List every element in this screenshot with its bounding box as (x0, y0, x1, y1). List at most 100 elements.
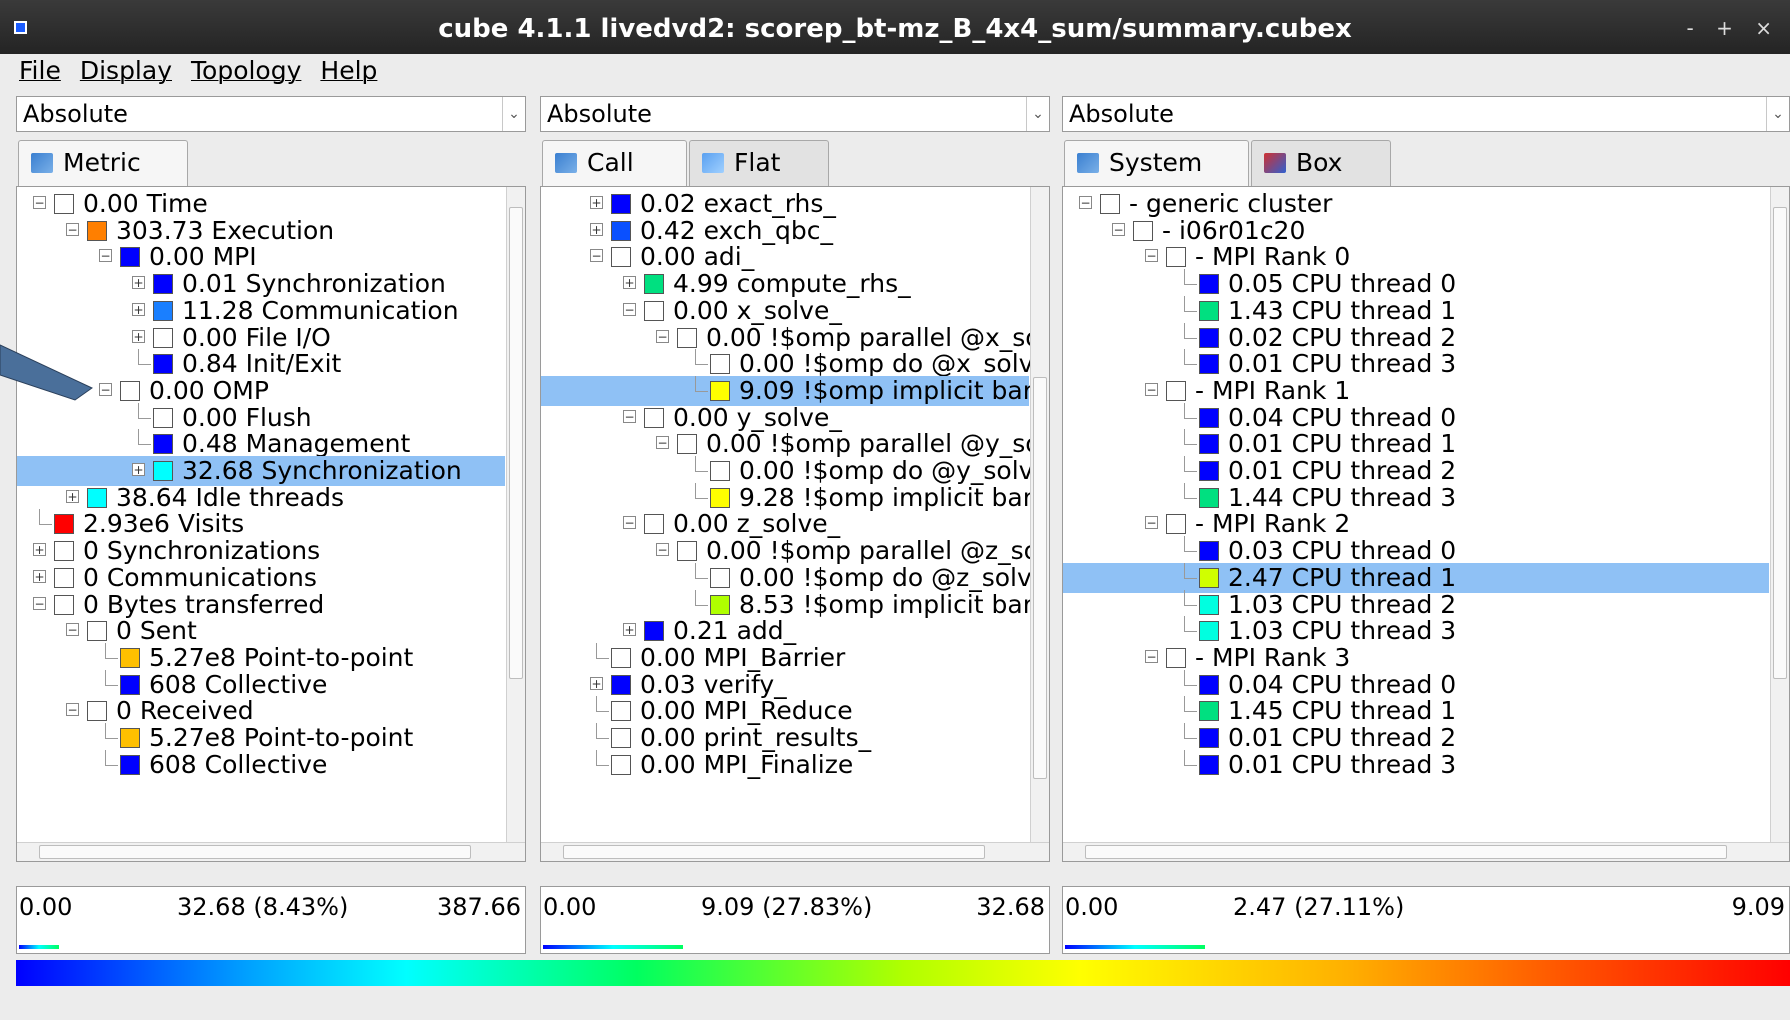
tree-row[interactable]: +0.03 verify_ (541, 670, 1029, 700)
tree-row[interactable]: − 0.00 !$omp parallel @z_sol (541, 536, 1046, 566)
tree-row[interactable]: 0.00 !$omp do @z_solve (541, 562, 1047, 593)
tree-row[interactable]: − - MPI Rank 2 (1063, 509, 1769, 539)
expand-icon[interactable]: + (132, 302, 145, 316)
tree-row[interactable]: 608 Collective (17, 669, 505, 700)
tree-row[interactable]: 9.28 !$omp implicit barri (541, 482, 1049, 513)
tree-row[interactable]: 608 Collective (17, 749, 505, 780)
expand-icon[interactable]: + (33, 569, 46, 583)
horizontal-scrollbar[interactable] (17, 842, 525, 861)
scrollbar-thumb[interactable] (1033, 377, 1047, 779)
tree-row[interactable]: − 0.00 !$omp parallel @x_sol (541, 323, 1048, 353)
scrollbar-thumb[interactable] (1085, 845, 1727, 859)
tree-row[interactable]: 1.43 CPU thread 1 (1063, 295, 1769, 326)
tree-row[interactable]: 0.01 CPU thread 2 (1063, 723, 1769, 753)
tree-row[interactable]: − - MPI Rank 3 (1063, 643, 1769, 673)
collapse-icon[interactable]: − (1145, 382, 1158, 396)
expand-icon[interactable]: + (132, 329, 145, 343)
tree-row[interactable]: 0.03 CPU thread 0 (1063, 536, 1769, 566)
tab-call-tree[interactable]: Call tree (542, 140, 687, 221)
menu-topology[interactable]: Topology (191, 56, 301, 85)
tree-row[interactable]: +32.68 Synchronization (17, 456, 505, 486)
horizontal-scrollbar[interactable] (541, 842, 1049, 861)
scrollbar-thumb[interactable] (509, 207, 523, 679)
chevron-down-icon[interactable]: ⌄ (502, 97, 525, 131)
tree-row[interactable]: 0.00 !$omp do @x_solve (541, 349, 1049, 379)
tree-row[interactable]: − 0.00 !$omp parallel @y_sol (541, 429, 1048, 459)
tab-flat-view[interactable]: Flat view (689, 140, 829, 221)
tree-row[interactable]: 0.00 !$omp do @y_solve (541, 456, 1049, 486)
chevron-down-icon[interactable]: ⌄ (1026, 97, 1049, 131)
collapse-icon[interactable]: − (623, 409, 636, 423)
collapse-icon[interactable]: − (623, 516, 636, 530)
collapse-icon[interactable]: − (656, 436, 669, 450)
tree-row[interactable]: − 0.00 adi_ (541, 242, 1029, 272)
tree-row[interactable]: 0.01 CPU thread 1 (1063, 429, 1769, 459)
scrollbar-thumb[interactable] (1773, 207, 1787, 679)
expand-icon[interactable]: + (623, 623, 636, 637)
tree-row[interactable]: − - MPI Rank 0 (1063, 242, 1769, 272)
tree-row[interactable]: 0.01 CPU thread 2 (1063, 456, 1769, 486)
collapse-icon[interactable]: − (1145, 649, 1158, 663)
tree-row[interactable]: 0.00 MPI_Finalize (541, 749, 1029, 780)
tree-row[interactable]: 0.00 MPI_Reduce (541, 696, 1029, 726)
tree-row[interactable]: 1.03 CPU thread 3 (1063, 616, 1769, 646)
tree-row[interactable]: 0.04 CPU thread 0 (1063, 402, 1769, 433)
tab-system-tree[interactable]: System tree (1064, 140, 1249, 221)
scrollbar-thumb[interactable] (39, 845, 471, 859)
tree-row[interactable]: − 0 Bytes transferred (17, 590, 505, 620)
tree-row[interactable]: 5.27e8 Point-to-point (17, 642, 505, 673)
collapse-icon[interactable]: − (66, 703, 79, 717)
collapse-icon[interactable]: − (590, 249, 603, 263)
collapse-icon[interactable]: − (656, 543, 669, 557)
menu-help[interactable]: Help (320, 56, 377, 85)
expand-icon[interactable]: + (590, 222, 603, 236)
collapse-icon[interactable]: − (1145, 516, 1158, 530)
tab-box-plot[interactable]: Box Plot (1251, 140, 1391, 221)
tree-row[interactable]: 2.47 CPU thread 1 (1063, 562, 1769, 593)
tree-row[interactable]: − 0.00 y_solve_ (541, 403, 1029, 433)
tree-row[interactable]: +0.42 exch_qbc_ (541, 216, 1029, 246)
tree-row[interactable]: 0.04 CPU thread 0 (1063, 669, 1769, 700)
chevron-down-icon[interactable]: ⌄ (1766, 97, 1789, 131)
tree-row[interactable]: − 0.00 x_solve_ (541, 296, 1029, 326)
tree-row[interactable]: 0.00 print_results_ (541, 723, 1029, 753)
tree-row[interactable]: − 0 Sent (17, 616, 505, 646)
tree-row[interactable]: 0.48 Management (17, 429, 505, 459)
call-tree-panel[interactable]: +0.02 exact_rhs_ +0.42 exch_qbc_ −0.00 adi… (540, 186, 1050, 862)
collapse-icon[interactable]: − (33, 596, 46, 610)
collapse-icon[interactable]: − (623, 302, 636, 316)
tree-row[interactable]: 1.44 CPU thread 3 (1063, 482, 1769, 513)
tree-row[interactable]: +0 Communications (17, 563, 505, 593)
expand-icon[interactable]: + (132, 276, 145, 290)
tree-row[interactable]: 2.93e6 Visits (17, 509, 505, 539)
horizontal-scrollbar[interactable] (1063, 842, 1789, 861)
tree-row[interactable]: +0.02 exact_rhs_ (541, 189, 1029, 219)
tree-row[interactable]: +38.64 Idle threads (17, 483, 505, 513)
tree-row[interactable]: 1.03 CPU thread 2 (1063, 589, 1769, 620)
tree-row[interactable]: − - i06r01c20 (1063, 216, 1769, 246)
tree-row[interactable]: +0 Synchronizations (17, 536, 505, 566)
vertical-scrollbar[interactable] (1030, 187, 1049, 843)
expand-icon[interactable]: + (590, 196, 603, 209)
tree-row[interactable]: 5.27e8 Point-to-point (17, 723, 505, 753)
collapse-icon[interactable]: − (66, 623, 79, 637)
tree-row[interactable]: − - generic cluster (1063, 189, 1769, 219)
tree-row[interactable]: − - MPI Rank 1 (1063, 376, 1769, 406)
expand-icon[interactable]: + (590, 676, 603, 690)
tree-row[interactable]: 0.01 CPU thread 3 (1063, 749, 1769, 780)
expand-icon[interactable]: + (33, 543, 46, 557)
tree-row[interactable]: +0.21 add_ (541, 616, 1029, 646)
system-value-mode-select[interactable]: Absolute ⌄ (1062, 96, 1790, 132)
title-bar[interactable]: cube 4.1.1 livedvd2: scorep_bt-mz_B_4x4_… (0, 0, 1790, 54)
tree-row[interactable]: 0.05 CPU thread 0 (1063, 269, 1769, 299)
collapse-icon[interactable]: − (1079, 196, 1092, 209)
tree-row[interactable]: 0.02 CPU thread 2 (1063, 322, 1769, 353)
tree-row[interactable]: +4.99 compute_rhs_ (541, 269, 1029, 299)
tree-row[interactable]: 0.00 MPI_Barrier (541, 642, 1029, 673)
expand-icon[interactable]: + (66, 489, 79, 503)
vertical-scrollbar[interactable] (506, 187, 525, 843)
tree-row[interactable]: 1.45 CPU thread 1 (1063, 696, 1769, 726)
tree-row[interactable]: 0.01 CPU thread 3 (1063, 349, 1769, 379)
expand-icon[interactable]: + (623, 276, 636, 290)
tree-row[interactable]: − 0.00 z_solve_ (541, 509, 1029, 539)
